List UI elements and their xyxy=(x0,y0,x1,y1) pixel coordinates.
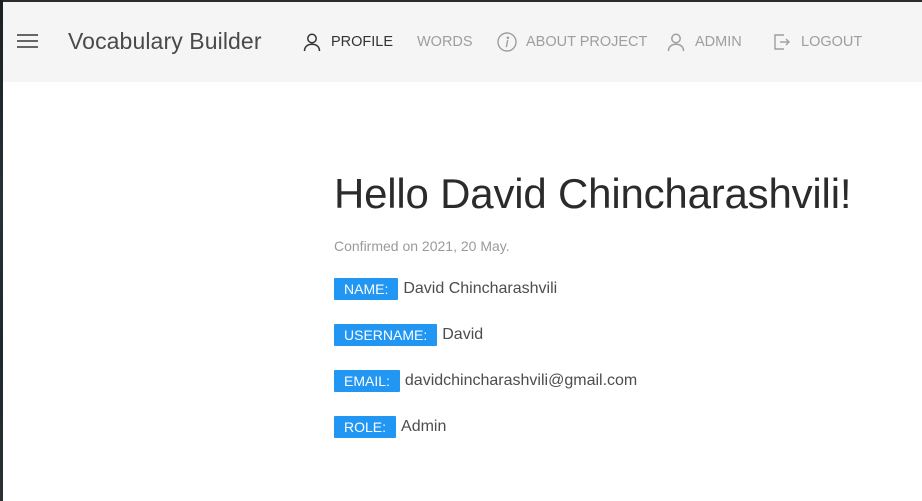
hamburger-menu-icon[interactable] xyxy=(17,30,39,52)
field-value: Admin xyxy=(401,418,447,435)
app-window: Vocabulary Builder PROFILE WORDS ABOUT P… xyxy=(0,0,922,501)
confirmation-text: Confirmed on 2021, 20 May. xyxy=(334,238,510,254)
nav-item-label: LOGOUT xyxy=(801,34,863,50)
field-label-badge: EMAIL: xyxy=(334,370,400,392)
nav-item-label: ABOUT PROJECT xyxy=(526,34,648,50)
profile-field-username: USERNAME: David xyxy=(334,324,914,346)
nav-item-label: WORDS xyxy=(417,34,473,50)
nav-item-label: PROFILE xyxy=(331,34,394,50)
logout-icon xyxy=(771,31,793,53)
field-label-badge: USERNAME: xyxy=(334,324,438,346)
field-value: David Chincharashvili xyxy=(403,280,558,297)
profile-panel: Hello David Chincharashvili! Confirmed o… xyxy=(334,170,914,438)
app-title[interactable]: Vocabulary Builder xyxy=(68,28,262,55)
nav-item-about-project[interactable]: ABOUT PROJECT xyxy=(496,30,647,54)
user-icon xyxy=(665,31,687,53)
field-value: David xyxy=(442,326,484,343)
field-value: davidchincharashvili@gmail.com xyxy=(404,372,638,389)
nav-item-logout[interactable]: LOGOUT xyxy=(771,30,862,54)
field-label-badge: ROLE: xyxy=(334,416,397,438)
user-icon xyxy=(301,31,323,53)
nav-item-profile[interactable]: PROFILE xyxy=(301,30,393,54)
nav-item-label: ADMIN xyxy=(695,34,742,50)
field-label-badge: NAME: xyxy=(334,278,399,300)
page-title: Hello David Chincharashvili! xyxy=(334,170,852,217)
profile-field-name: NAME: David Chincharashvili xyxy=(334,278,914,300)
profile-field-email: EMAIL: davidchincharashvili@gmail.com xyxy=(334,370,914,392)
profile-field-role: ROLE: Admin xyxy=(334,416,914,438)
info-icon xyxy=(496,31,518,53)
nav-item-words[interactable]: WORDS xyxy=(417,30,473,54)
nav-item-admin[interactable]: ADMIN xyxy=(665,30,742,54)
top-navbar: Vocabulary Builder PROFILE WORDS ABOUT P… xyxy=(3,2,922,82)
